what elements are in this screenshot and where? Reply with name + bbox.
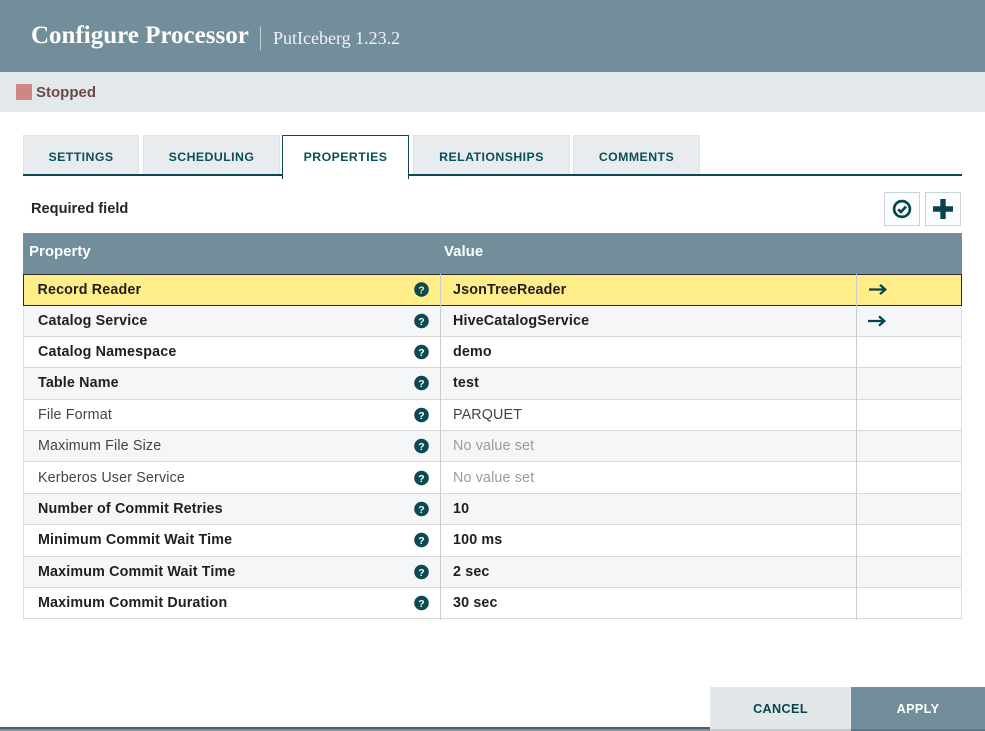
svg-text:?: ? — [418, 598, 425, 610]
svg-text:?: ? — [418, 567, 425, 579]
svg-text:?: ? — [418, 410, 425, 422]
svg-text:?: ? — [418, 504, 425, 516]
svg-text:?: ? — [418, 472, 425, 484]
svg-text:?: ? — [418, 284, 425, 296]
svg-text:?: ? — [418, 535, 425, 547]
svg-text:?: ? — [418, 441, 425, 453]
svg-text:?: ? — [418, 347, 425, 359]
svg-text:?: ? — [418, 315, 425, 327]
svg-text:?: ? — [418, 378, 425, 390]
